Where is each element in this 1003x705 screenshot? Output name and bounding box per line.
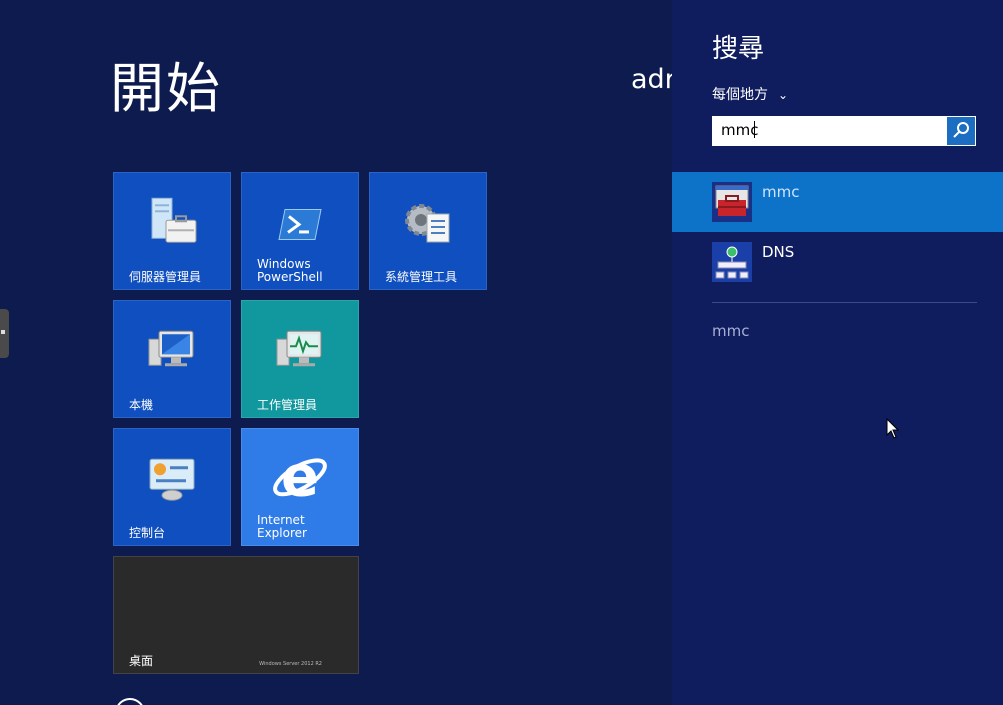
results-divider (712, 302, 977, 303)
tile-label: 桌面 (129, 654, 154, 668)
ie-icon: e (270, 444, 330, 511)
task-manager-icon (275, 329, 325, 377)
result-label: mmc (762, 183, 800, 201)
tile-label: 本機 (129, 398, 154, 412)
tile-label: 伺服器管理員 (129, 270, 202, 284)
admin-tools-icon (403, 200, 453, 250)
search-icon (953, 122, 969, 138)
search-query: mmc (721, 121, 759, 139)
powershell-icon (277, 207, 323, 245)
mmc-toolbox-icon (712, 182, 752, 222)
windows-server-brand: Windows Server 2012 R2 (259, 661, 322, 667)
tile-label: Internet Explorer (257, 513, 307, 540)
tile-label: 控制台 (129, 526, 166, 540)
search-charm-panel: 搜尋 每個地方 ⌄ mmc mmc DNS mmc (672, 0, 1003, 705)
tile-label: Windows PowerShell (257, 257, 323, 284)
tile-label: 系統管理工具 (385, 270, 458, 284)
search-result-mmc[interactable]: mmc (672, 172, 1003, 232)
result-label: DNS (762, 243, 795, 261)
dns-icon (712, 242, 752, 282)
side-handle[interactable] (0, 309, 9, 358)
mouse-cursor-icon (886, 418, 900, 439)
user-account-name[interactable]: adr (631, 64, 672, 95)
search-scope-label: 每個地方 (712, 87, 768, 103)
tile-label: 工作管理員 (257, 398, 318, 412)
text-caret (754, 121, 756, 138)
tile-desktop[interactable]: 桌面 Windows Server 2012 R2 (113, 556, 359, 674)
search-input[interactable]: mmc (712, 116, 976, 146)
all-apps-arrow-icon[interactable] (115, 698, 145, 705)
tile-server-manager[interactable]: 伺服器管理員 (113, 172, 231, 290)
search-result-dns[interactable]: DNS (672, 232, 1003, 292)
server-manager-icon (146, 196, 198, 252)
tile-powershell[interactable]: Windows PowerShell (241, 172, 359, 290)
tile-administrative-tools[interactable]: 系統管理工具 (369, 172, 487, 290)
chevron-down-icon: ⌄ (778, 88, 789, 102)
search-suggestion[interactable]: mmc (712, 322, 749, 340)
computer-icon (147, 329, 197, 377)
start-title: 開始 (110, 57, 222, 120)
svg-text:e: e (281, 447, 319, 507)
search-button[interactable] (947, 117, 975, 145)
tile-this-pc[interactable]: 本機 (113, 300, 231, 418)
start-screen: 開始 adr 伺服器管理員 Windows PowerShell 系統管理工具 … (0, 0, 672, 705)
control-panel-icon (146, 457, 198, 505)
search-scope-dropdown[interactable]: 每個地方 ⌄ (712, 84, 788, 104)
tile-control-panel[interactable]: 控制台 (113, 428, 231, 546)
tile-task-manager[interactable]: 工作管理員 (241, 300, 359, 418)
search-title: 搜尋 (712, 34, 765, 64)
tile-internet-explorer[interactable]: e Internet Explorer (241, 428, 359, 546)
